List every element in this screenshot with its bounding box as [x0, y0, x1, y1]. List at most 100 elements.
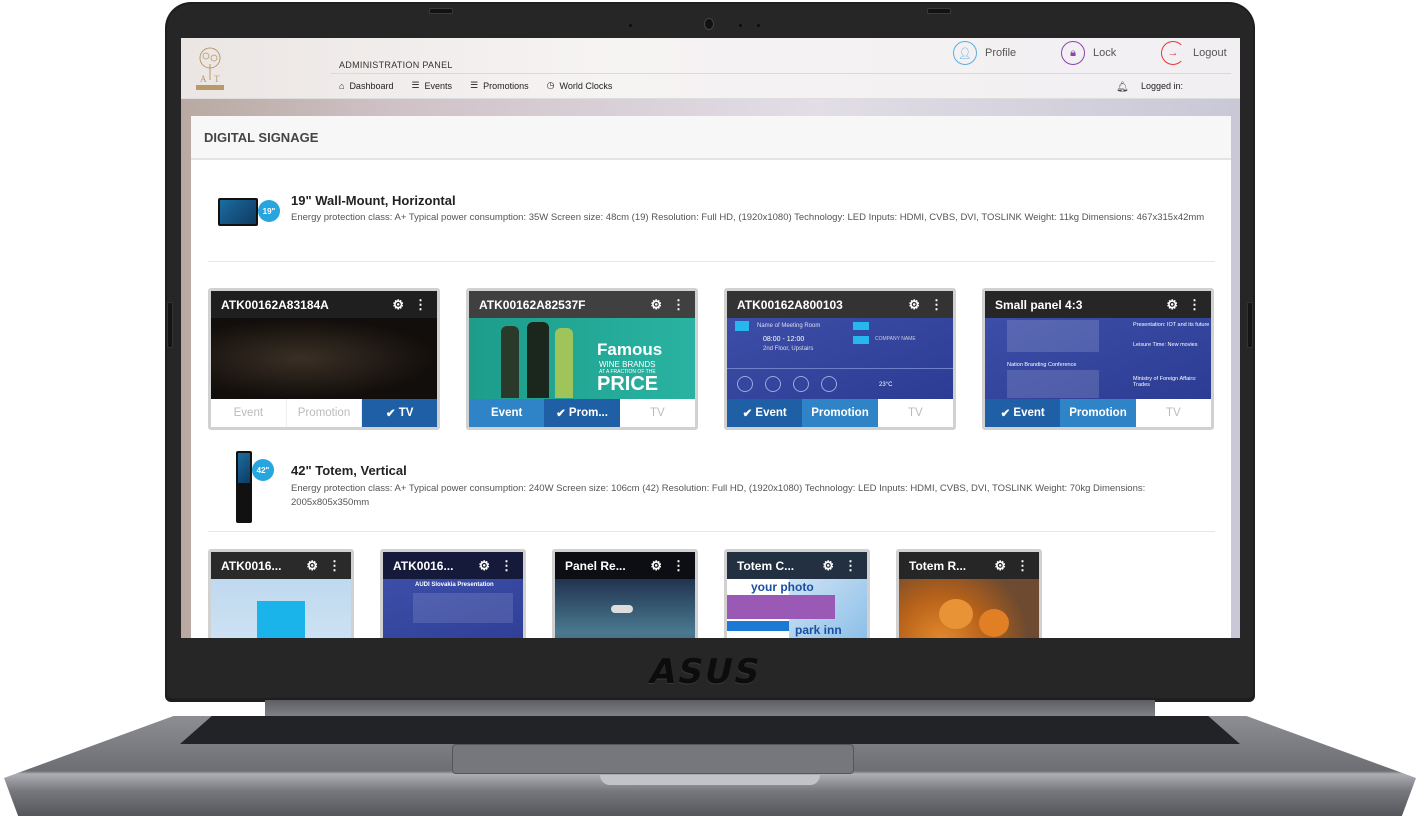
- screen-thumbnail: Nation Branding Conference Presentation:…: [985, 318, 1211, 399]
- nav-promotions[interactable]: ☰ Promotions: [470, 80, 529, 91]
- more-icon[interactable]: ⋮: [328, 558, 341, 574]
- gear-icon[interactable]: ⚙: [822, 558, 834, 574]
- hinge-slot: [1247, 302, 1253, 348]
- screen-card[interactable]: Name of Meeting Room 08:00 - 12:00 2nd F…: [724, 288, 956, 430]
- screen-name: Totem C...: [737, 558, 795, 573]
- screen-card[interactable]: Famous WINE BRANDS AT A FRACTION OF THE …: [466, 288, 698, 430]
- screen-thumbnail: [211, 579, 351, 638]
- thumb-text: WINE BRANDS: [599, 360, 656, 369]
- divider: [331, 73, 1231, 74]
- gear-icon[interactable]: ⚙: [478, 558, 490, 574]
- logout-label: Logout: [1193, 47, 1227, 59]
- gear-icon[interactable]: ⚙: [306, 558, 318, 574]
- gear-icon[interactable]: ⚙: [650, 558, 662, 574]
- device-description: Energy protection class: A+ Typical powe…: [291, 483, 1146, 508]
- sensor-dot: [757, 24, 760, 27]
- screen-name: Panel Re...: [565, 558, 626, 573]
- screen-card[interactable]: Totem R... ⚙ ⋮: [896, 549, 1042, 638]
- laptop-brand-logo: ASUS: [645, 652, 766, 692]
- screen-card[interactable]: your photo park inn Totem C... ⚙ ⋮: [724, 549, 870, 638]
- screen-thumbnail: Name of Meeting Room 08:00 - 12:00 2nd F…: [727, 318, 953, 399]
- more-icon[interactable]: ⋮: [500, 558, 513, 574]
- more-icon[interactable]: ⋮: [672, 558, 685, 574]
- more-icon[interactable]: ⋮: [1016, 558, 1029, 574]
- profile-button[interactable]: 👤︎ Profile: [953, 41, 1016, 65]
- device-title: 42" Totem, Vertical: [291, 463, 407, 478]
- screen-card[interactable]: Nation Branding Conference Presentation:…: [982, 288, 1214, 430]
- screen-thumbnail: [555, 579, 695, 638]
- screen: A T ADMINISTRATION PANEL ⌂ Dashboard ☰ Eve…: [181, 38, 1240, 638]
- screen-card[interactable]: Panel Re... ⚙ ⋮: [552, 549, 698, 638]
- list-icon: ☰: [470, 80, 479, 90]
- tab-tv[interactable]: TV: [619, 399, 695, 427]
- more-icon[interactable]: ⋮: [844, 558, 857, 574]
- logout-icon: →: [1161, 41, 1185, 65]
- user-icon: 👤︎: [953, 41, 977, 65]
- bell-icon[interactable]: 🔔︎: [1116, 82, 1129, 93]
- check-icon: ✔: [1000, 408, 1014, 420]
- nav-events[interactable]: ☰ Events: [411, 80, 452, 91]
- sensor-dot: [739, 24, 742, 27]
- screen-name: ATK00162A800103: [737, 297, 843, 312]
- check-icon: ✔: [556, 408, 569, 420]
- tab-promotion[interactable]: ✔ Prom...: [544, 399, 620, 427]
- screen-thumbnail: Famous WINE BRANDS AT A FRACTION OF THE …: [469, 318, 695, 399]
- lock-button[interactable]: 🔒︎ Lock: [1061, 41, 1116, 65]
- gear-icon[interactable]: ⚙: [650, 297, 662, 313]
- screen-card[interactable]: AUDI Slovakia Presentation ATK0016... ⚙ ⋮: [380, 549, 526, 638]
- laptop-hinge: [265, 700, 1155, 718]
- screen-thumbnail: [211, 318, 437, 399]
- divider: [208, 261, 1215, 262]
- home-icon: ⌂: [339, 80, 345, 91]
- hotel-logo: A T: [196, 47, 224, 90]
- hinge-slot: [167, 302, 173, 348]
- screen-name: ATK00162A83184A: [221, 297, 329, 312]
- thumb-text: Ministry of Foreign Affairs: Trades: [1133, 376, 1197, 388]
- speaker-slot: [927, 8, 951, 14]
- tab-event[interactable]: ✔ Event: [727, 399, 803, 427]
- size-badge: 19": [258, 200, 280, 222]
- check-icon: ✔: [742, 408, 756, 420]
- logged-in-label: Logged in:: [1141, 81, 1184, 91]
- gear-icon[interactable]: ⚙: [994, 558, 1006, 574]
- gear-icon[interactable]: ⚙: [392, 297, 404, 313]
- thumb-text: Presentation: IOT and its future: [1133, 322, 1210, 328]
- nav-label: Events: [424, 80, 453, 91]
- thumb-text: park inn: [795, 623, 842, 637]
- laptop-lip: [600, 775, 820, 785]
- more-icon[interactable]: ⋮: [414, 297, 427, 313]
- nav-label: Promotions: [483, 80, 529, 91]
- logout-button[interactable]: → Logout: [1161, 41, 1227, 65]
- lock-label: Lock: [1093, 47, 1117, 59]
- nav-world-clocks[interactable]: ◷ World Clocks: [547, 80, 613, 91]
- screen-name: ATK00162A82537F: [479, 297, 586, 312]
- tab-event[interactable]: ✔ Event: [985, 399, 1061, 427]
- screen-thumbnail: AUDI Slovakia Presentation: [383, 579, 523, 638]
- webcam-icon: [704, 18, 714, 30]
- keyboard: [180, 716, 1240, 744]
- tab-event[interactable]: Event: [211, 399, 287, 427]
- gear-icon[interactable]: ⚙: [908, 297, 920, 313]
- sensor-dot: [629, 24, 632, 27]
- screen-thumbnail: [899, 579, 1039, 638]
- more-icon[interactable]: ⋮: [672, 297, 685, 313]
- tab-promotion[interactable]: Promotion: [1060, 399, 1136, 427]
- nav-dashboard[interactable]: ⌂ Dashboard: [339, 80, 393, 91]
- screen-card[interactable]: ATK0016... ⚙ ⋮: [208, 549, 354, 638]
- clock-icon: ◷: [546, 80, 555, 90]
- thumb-text: Famous: [597, 340, 663, 359]
- tab-event[interactable]: Event: [469, 399, 545, 427]
- tab-promotion[interactable]: Promotion: [286, 399, 363, 427]
- thumb-text: your photo: [751, 580, 814, 594]
- tab-tv[interactable]: ✔ TV: [362, 399, 437, 427]
- more-icon[interactable]: ⋮: [930, 297, 943, 313]
- more-icon[interactable]: ⋮: [1188, 297, 1201, 313]
- screen-card[interactable]: ATK00162A83184A ⚙ ⋮ Event Promotion ✔ TV: [208, 288, 440, 430]
- tab-promotion[interactable]: Promotion: [802, 399, 878, 427]
- tab-tv[interactable]: TV: [1135, 399, 1211, 427]
- gear-icon[interactable]: ⚙: [1166, 297, 1178, 313]
- tab-tv[interactable]: TV: [877, 399, 953, 427]
- nav-label: World Clocks: [559, 80, 613, 91]
- mode-tabs: ✔ Event Promotion TV: [985, 399, 1211, 427]
- thumb-text: 23°C: [879, 382, 893, 388]
